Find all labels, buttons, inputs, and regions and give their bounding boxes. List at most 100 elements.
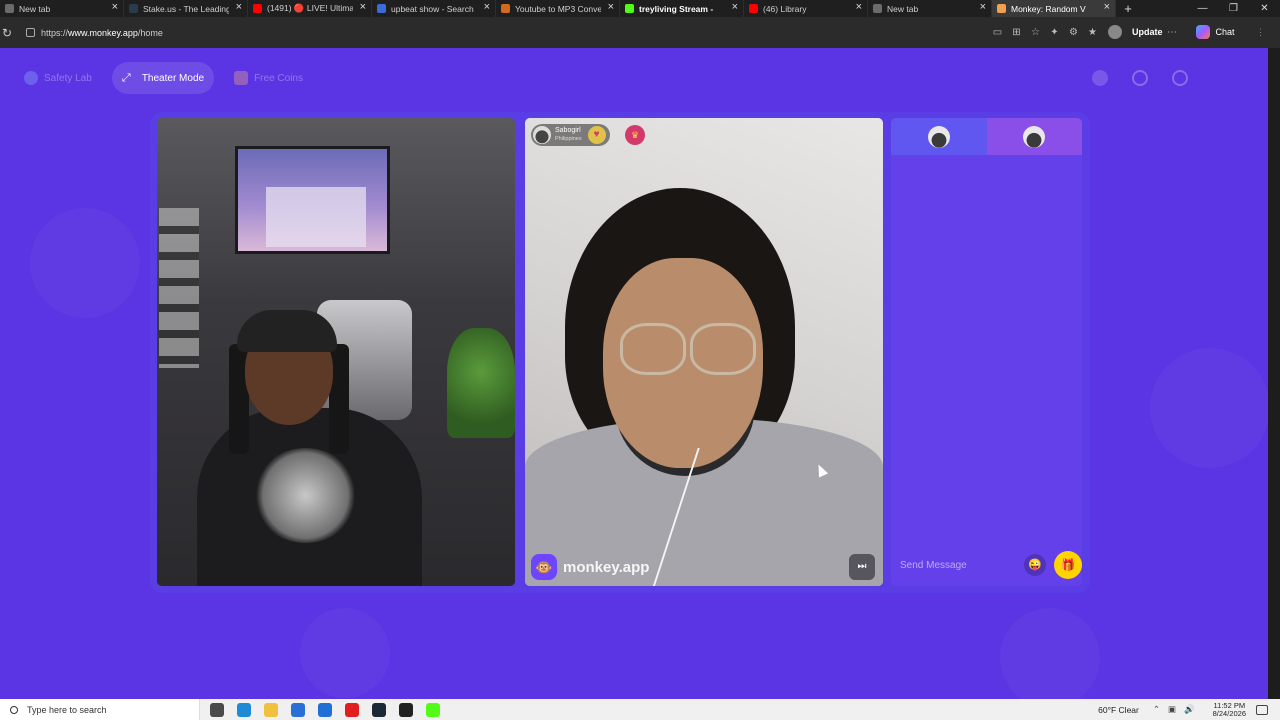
browser-tab[interactable]: (1491) 🔴 LIVE! Ultimat ×: [248, 0, 372, 17]
safety-lab-button[interactable]: Safety Lab: [14, 62, 102, 94]
tab-title: (1491) 🔴 LIVE! Ultimat: [267, 3, 353, 13]
tray-chevron-icon[interactable]: ⌃: [1153, 704, 1160, 715]
tab-close-icon[interactable]: ×: [980, 1, 986, 13]
tab-close-icon[interactable]: ×: [608, 1, 614, 13]
top-navigation: Safety Lab ⤢ Theater Mode Free Coins: [14, 62, 313, 94]
notifications-icon[interactable]: [1256, 704, 1268, 715]
url-prefix: https://: [41, 27, 69, 38]
gift-badge-icon[interactable]: ♛: [625, 125, 645, 145]
send-message-input[interactable]: Send Message: [900, 560, 1020, 571]
monkey-logo-icon: 🐵: [531, 554, 557, 580]
theater-mode-button[interactable]: ⤢ Theater Mode: [111, 62, 215, 94]
tv-screen: [235, 146, 390, 254]
restore-icon[interactable]: ❐: [1218, 0, 1249, 17]
tab-title: Monkey: Random V: [1011, 3, 1086, 14]
shield-icon: [24, 71, 38, 85]
browser-menu-icon[interactable]: ⋮: [1256, 27, 1265, 38]
history-clock-icon[interactable]: [1132, 70, 1148, 86]
update-button[interactable]: Update: [1132, 27, 1163, 37]
tab-title: (46) Library: [763, 3, 807, 14]
tab-title: upbeat show - Search: [391, 3, 474, 14]
remote-video: Sabogirl Philippines ♥ ♛ 🐵 monkey.app ⏭: [525, 118, 883, 586]
user-avatar: [1023, 125, 1046, 148]
clock[interactable]: 11:52 PM 8/24/2026: [1213, 701, 1246, 718]
browser-tab[interactable]: Youtube to MP3 Conve ×: [496, 0, 620, 17]
tab-close-icon[interactable]: ×: [732, 1, 738, 13]
chat-input-row: Send Message 😜 🎁: [891, 544, 1082, 586]
app-icon[interactable]: [399, 702, 413, 717]
local-video: [157, 118, 515, 586]
chat-panel: Send Message 😜 🎁: [891, 118, 1082, 586]
edge-icon[interactable]: [237, 702, 251, 717]
more-menu-icon[interactable]: ⋯: [1163, 27, 1182, 38]
reload-icon[interactable]: ↻: [2, 26, 16, 40]
browser-tab[interactable]: (46) Library ×: [744, 0, 868, 17]
collections-icon[interactable]: ★: [1083, 27, 1102, 38]
camera-icon[interactable]: ▭: [988, 27, 1007, 38]
browser-tab[interactable]: Monkey: Random V ×: [992, 0, 1116, 17]
tab-close-icon[interactable]: ×: [1104, 1, 1110, 13]
background-pattern: [300, 608, 390, 698]
chat-tab-self[interactable]: [891, 118, 987, 155]
safety-lab-label: Safety Lab: [44, 72, 92, 84]
tab-close-icon[interactable]: ×: [484, 1, 490, 13]
url-field[interactable]: https://www.monkey.app/home: [20, 22, 980, 43]
minimize-icon[interactable]: —: [1187, 0, 1218, 17]
taskbar-search[interactable]: Type here to search: [0, 699, 200, 720]
profile-icon[interactable]: [1092, 70, 1108, 86]
tab-close-icon[interactable]: ×: [236, 1, 242, 13]
glasses: [690, 323, 756, 375]
mail-icon[interactable]: [318, 702, 332, 717]
extensions-icon[interactable]: ✦: [1045, 27, 1064, 38]
app-install-icon[interactable]: ⊞: [1007, 27, 1026, 38]
new-tab-button[interactable]: +: [1116, 1, 1140, 16]
skip-next-button[interactable]: ⏭: [849, 554, 875, 580]
file-explorer-icon[interactable]: [264, 702, 278, 717]
shirt-print: [253, 448, 358, 543]
gift-button[interactable]: 🎁: [1054, 551, 1082, 579]
tab-close-icon[interactable]: ×: [856, 1, 862, 13]
site-info-icon[interactable]: [26, 28, 35, 37]
free-coins-button[interactable]: Free Coins: [224, 62, 313, 94]
youtube-icon[interactable]: [345, 702, 359, 717]
tab-favicon-icon: [377, 4, 386, 13]
tab-title: Stake.us - The Leading: [143, 3, 229, 14]
background-pattern: [1000, 608, 1100, 699]
browser-tab[interactable]: Stake.us - The Leading ×: [124, 0, 248, 17]
tab-close-icon[interactable]: ×: [360, 1, 366, 13]
chat-tab-remote[interactable]: [986, 118, 1082, 155]
store-icon[interactable]: [291, 702, 305, 717]
tab-title: New tab: [887, 3, 919, 14]
profile-avatar[interactable]: [1108, 25, 1122, 39]
tab-close-icon[interactable]: ×: [112, 1, 118, 13]
address-bar: ↻ https://www.monkey.app/home ▭ ⊞ ☆ ✦ ⚙ …: [0, 17, 1280, 48]
page-scrollbar[interactable]: [1268, 48, 1280, 699]
watermark-text: monkey.app: [563, 558, 650, 576]
heart-icon[interactable]: ♥: [587, 126, 606, 144]
network-icon[interactable]: ▣: [1168, 704, 1176, 715]
kick-icon[interactable]: [426, 702, 440, 717]
browser-tab[interactable]: New tab ×: [0, 0, 124, 17]
beanie: [237, 310, 337, 352]
volume-icon[interactable]: 🔊: [1184, 704, 1195, 715]
browser-tab[interactable]: New tab ×: [868, 0, 992, 17]
copilot-icon: [1195, 25, 1210, 39]
browser-tab[interactable]: upbeat show - Search ×: [372, 0, 496, 17]
chat-tabs: [891, 118, 1082, 155]
tab-favicon-icon: [501, 4, 510, 13]
task-view-icon[interactable]: [210, 702, 224, 717]
emoji-icon[interactable]: 😜: [1024, 554, 1046, 576]
tab-favicon-icon: [5, 4, 14, 13]
remote-user-chip[interactable]: Sabogirl Philippines ♥: [531, 124, 610, 146]
copilot-chat-button[interactable]: Chat: [1195, 25, 1235, 39]
friends-icon[interactable]: [1172, 70, 1188, 86]
tab-favicon-icon: [873, 4, 882, 13]
close-window-icon[interactable]: ✕: [1249, 0, 1280, 17]
url-path: /home: [137, 27, 163, 38]
steam-icon[interactable]: [372, 702, 386, 717]
weather-text[interactable]: 60°F Clear: [1098, 705, 1139, 715]
url-text: https://www.monkey.app/home: [41, 28, 163, 38]
browser-essentials-icon[interactable]: ⚙: [1064, 27, 1083, 38]
browser-tab[interactable]: treyliving Stream - ×: [620, 0, 744, 17]
favorite-star-icon[interactable]: ☆: [1026, 27, 1045, 38]
